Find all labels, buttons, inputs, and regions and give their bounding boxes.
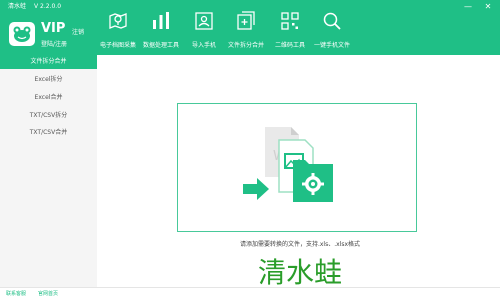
tool-map-collect[interactable]: 电子档图采集 bbox=[98, 10, 138, 52]
tool-phone-file[interactable]: 一键手机文件 bbox=[312, 10, 352, 52]
login-register-link[interactable]: 登陆/注册 bbox=[41, 39, 67, 48]
tool-file-split-merge[interactable]: 文件拆分合并 bbox=[225, 10, 267, 52]
sidebar-item-file-split-merge[interactable]: 文件拆分合并 bbox=[0, 55, 97, 69]
app-name: 清水蛙 bbox=[8, 3, 27, 10]
sidebar-item-excel-split[interactable]: Excel拆分 bbox=[0, 73, 97, 87]
vip-label[interactable]: VIP bbox=[41, 22, 65, 36]
sidebar-item-txt-csv-split[interactable]: TXT/CSV拆分 bbox=[0, 109, 97, 123]
close-button[interactable]: ✕ bbox=[482, 2, 494, 12]
map-pin-icon bbox=[109, 13, 127, 29]
title-bar: 清水蛙 V 2.2.0.0 — ✕ VIP 注销 登陆/注册 电子档图采集 数据处… bbox=[0, 0, 500, 55]
sidebar-item-excel-merge[interactable]: Excel合并 bbox=[0, 91, 97, 105]
tool-label: 文件拆分合并 bbox=[227, 42, 264, 49]
frog-logo-icon bbox=[13, 26, 31, 42]
drop-hint-text: 请添加需要转换的文件，支持.xls、.xlsx格式 bbox=[239, 241, 361, 248]
file-drop-zone[interactable]: W bbox=[177, 103, 417, 232]
split-merge-icon bbox=[237, 11, 255, 30]
tool-import-phone[interactable]: 导入手机 bbox=[186, 10, 222, 52]
tool-qr-code[interactable]: 二维码工具 bbox=[270, 10, 310, 52]
tool-label: 数据处理工具 bbox=[142, 42, 179, 49]
status-bar: 联系客服 官网首页 bbox=[0, 287, 500, 300]
app-version: V 2.2.0.0 bbox=[34, 3, 62, 10]
file-upload-illustration-icon: W bbox=[243, 127, 333, 202]
minimize-button[interactable]: — bbox=[462, 2, 474, 12]
tool-label: 导入手机 bbox=[191, 42, 216, 49]
tool-label: 一键手机文件 bbox=[313, 42, 350, 49]
search-icon bbox=[323, 12, 341, 30]
brand-name: 清水蛙 bbox=[257, 256, 342, 289]
contact-card-icon bbox=[195, 12, 213, 30]
app-title: 清水蛙 V 2.2.0.0 bbox=[8, 3, 61, 11]
logout-link[interactable]: 注销 bbox=[72, 27, 84, 36]
official-site-link[interactable]: 官网首页 bbox=[38, 290, 58, 297]
tool-data-process[interactable]: 数据处理工具 bbox=[140, 10, 182, 52]
app-logo bbox=[9, 22, 35, 46]
bar-chart-icon bbox=[153, 12, 169, 29]
qr-code-icon bbox=[281, 12, 299, 30]
sidebar-item-txt-csv-merge[interactable]: TXT/CSV合并 bbox=[0, 126, 97, 140]
tool-label: 电子档图采集 bbox=[99, 42, 136, 49]
sidebar: 文件拆分合并 Excel拆分 Excel合并 TXT/CSV拆分 TXT/CSV… bbox=[0, 55, 97, 287]
contact-support-link[interactable]: 联系客服 bbox=[6, 290, 26, 297]
tool-label: 二维码工具 bbox=[274, 42, 305, 49]
